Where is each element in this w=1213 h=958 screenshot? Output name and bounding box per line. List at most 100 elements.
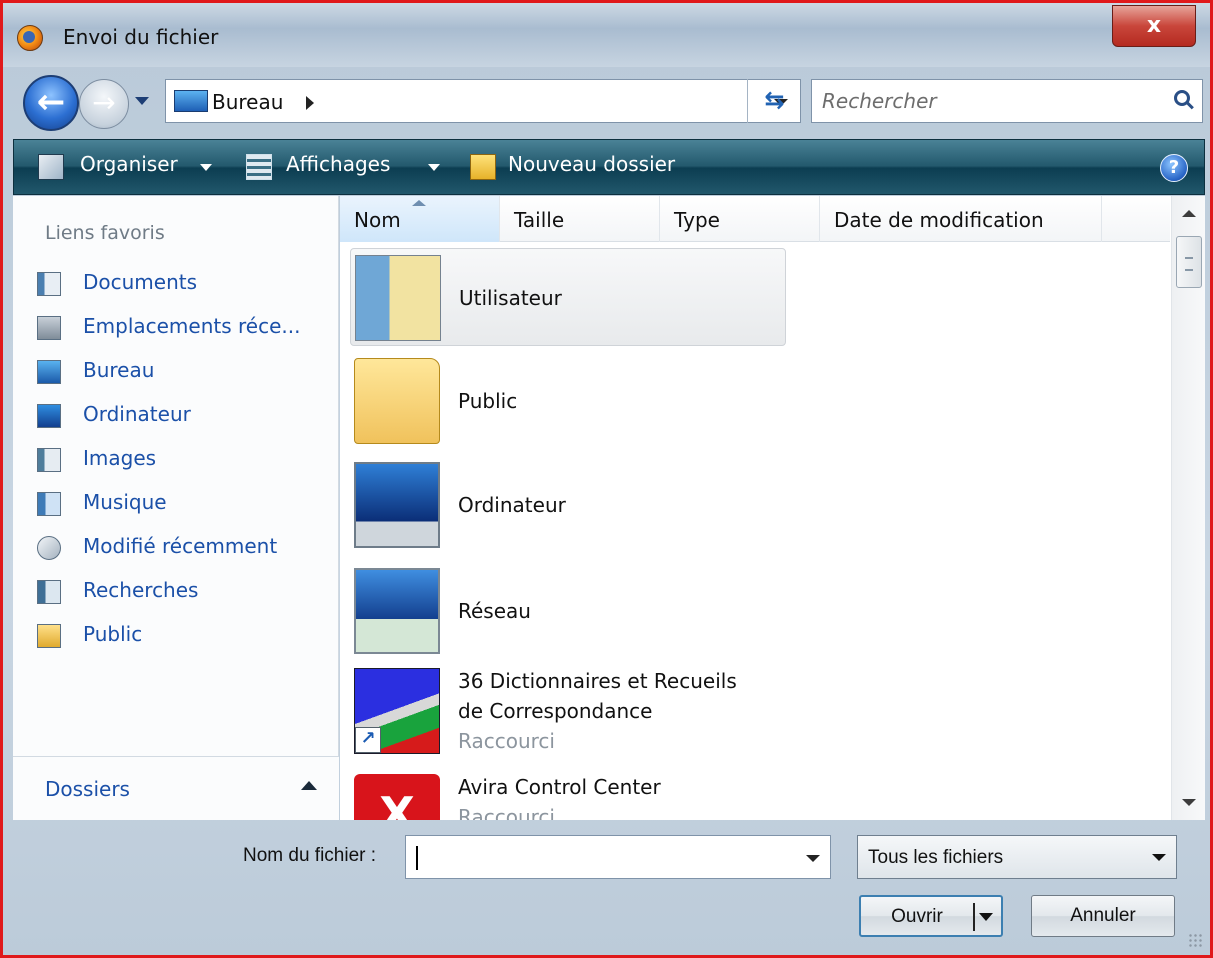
recently-changed-icon	[37, 536, 61, 560]
favorite-public[interactable]: Public	[37, 618, 327, 654]
favorite-label: Recherches	[83, 578, 199, 602]
file-item-computer[interactable]: Ordinateur	[350, 456, 786, 554]
address-bar[interactable]: Bureau	[165, 79, 801, 123]
scroll-up-icon[interactable]	[1182, 210, 1196, 217]
column-type[interactable]: Type	[660, 196, 820, 242]
command-toolbar: Organiser Affichages Nouveau dossier ?	[13, 139, 1205, 195]
file-item-public[interactable]: Public	[350, 352, 786, 450]
firefox-icon	[17, 25, 43, 51]
filename-dropdown-icon[interactable]	[806, 855, 820, 862]
views-button[interactable]: Affichages	[286, 152, 390, 176]
file-item-user[interactable]: Utilisateur	[350, 248, 786, 346]
chevron-up-icon[interactable]	[301, 781, 317, 790]
favorite-recently-changed[interactable]: Modifié récemment	[37, 530, 327, 566]
folders-bar[interactable]: Dossiers	[13, 756, 339, 820]
dictionary-icon: ↗	[354, 668, 440, 754]
filetype-dropdown-icon[interactable]	[1152, 854, 1166, 861]
documents-icon	[37, 272, 61, 296]
file-upload-dialog: Envoi du fichier x ← → Bureau ⇆ Organise…	[0, 0, 1213, 958]
column-label: Taille	[514, 208, 565, 232]
open-button[interactable]: Ouvrir	[859, 895, 1003, 937]
avira-icon: Χ	[354, 774, 440, 820]
column-size[interactable]: Taille	[500, 196, 660, 242]
forward-button[interactable]: →	[79, 79, 129, 129]
column-date-modified[interactable]: Date de modification	[820, 196, 1102, 242]
favorite-pictures[interactable]: Images	[37, 442, 327, 478]
sort-ascending-icon	[412, 200, 426, 206]
views-dropdown-icon[interactable]	[428, 164, 440, 171]
navigation-pane: Liens favoris Documents Emplacements réc…	[13, 196, 339, 820]
file-item-network[interactable]: Réseau	[350, 562, 786, 660]
file-name: Réseau	[458, 599, 531, 623]
shortcut-arrow-icon: ↗	[355, 727, 381, 753]
folder-icon	[354, 358, 440, 444]
column-headers: Nom Taille Type Date de modification	[340, 196, 1170, 242]
scroll-down-icon[interactable]	[1182, 799, 1196, 806]
file-name-line2: de Correspondance	[458, 699, 653, 723]
text-cursor	[416, 846, 418, 870]
resize-grip[interactable]	[1188, 933, 1202, 947]
scroll-thumb[interactable]	[1176, 236, 1202, 288]
search-box[interactable]	[811, 79, 1203, 123]
file-list-pane: Nom Taille Type Date de modification Uti…	[340, 196, 1205, 820]
column-label: Type	[674, 208, 720, 232]
favorite-label: Images	[83, 446, 157, 470]
search-input[interactable]	[812, 80, 1152, 122]
favorite-documents[interactable]: Documents	[37, 266, 327, 302]
filename-field[interactable]	[405, 835, 831, 879]
music-icon	[37, 492, 61, 516]
help-icon[interactable]: ?	[1160, 154, 1188, 182]
window-title: Envoi du fichier	[63, 25, 219, 49]
organize-dropdown-icon[interactable]	[200, 164, 212, 171]
title-bar: Envoi du fichier x	[3, 3, 1210, 67]
search-icon[interactable]	[1174, 90, 1190, 106]
file-type-label: Raccourci	[458, 805, 555, 820]
filename-label: Nom du fichier :	[243, 845, 377, 866]
close-button[interactable]: x	[1112, 5, 1196, 47]
recent-places-icon	[37, 316, 61, 340]
back-button[interactable]: ←	[23, 75, 79, 131]
new-folder-button[interactable]: Nouveau dossier	[508, 152, 675, 176]
new-folder-icon	[470, 154, 496, 180]
cancel-button[interactable]: Annuler	[1031, 895, 1175, 937]
open-label: Ouvrir	[891, 906, 943, 927]
favorite-label: Emplacements réce...	[83, 314, 301, 338]
organize-button[interactable]: Organiser	[80, 152, 178, 176]
favorite-desktop[interactable]: Bureau	[37, 354, 327, 390]
favorite-label: Modifié récemment	[83, 534, 278, 558]
column-label: Nom	[354, 208, 401, 232]
open-split-divider	[973, 903, 975, 931]
favorite-computer[interactable]: Ordinateur	[37, 398, 327, 434]
network-icon	[354, 568, 440, 654]
filename-input[interactable]	[406, 836, 786, 878]
favorite-label: Musique	[83, 490, 167, 514]
desktop-icon	[37, 360, 61, 384]
file-name: Ordinateur	[458, 493, 566, 517]
file-name: Utilisateur	[459, 286, 562, 310]
address-location[interactable]: Bureau	[212, 90, 283, 114]
favorite-music[interactable]: Musique	[37, 486, 327, 522]
favorite-searches[interactable]: Recherches	[37, 574, 327, 610]
views-icon	[246, 154, 272, 180]
organize-icon	[38, 154, 64, 180]
user-folder-icon	[355, 255, 441, 341]
open-dropdown-icon[interactable]	[979, 913, 993, 921]
column-name[interactable]: Nom	[340, 196, 500, 242]
folders-label[interactable]: Dossiers	[45, 777, 130, 801]
favorite-label: Public	[83, 622, 143, 646]
file-type-label: Raccourci	[458, 729, 555, 753]
favorite-recent-places[interactable]: Emplacements réce...	[37, 310, 327, 346]
breadcrumb-chevron-icon[interactable]	[306, 96, 314, 110]
history-dropdown[interactable]	[135, 97, 149, 105]
file-name: Avira Control Center	[458, 775, 661, 799]
file-name-line1: 36 Dictionnaires et Recueils	[458, 669, 737, 693]
favorite-label: Documents	[83, 270, 198, 294]
filetype-select[interactable]: Tous les fichiers	[857, 835, 1177, 879]
file-item-avira[interactable]: Χ Avira Control Center Raccourci	[350, 768, 786, 820]
searches-icon	[37, 580, 61, 604]
favorite-label: Bureau	[83, 358, 155, 382]
vertical-scrollbar[interactable]	[1171, 196, 1205, 820]
refresh-button[interactable]: ⇆	[747, 79, 801, 123]
file-item-dictionaries[interactable]: ↗ 36 Dictionnaires et Recueils de Corres…	[350, 662, 786, 760]
public-folder-icon	[37, 624, 61, 648]
